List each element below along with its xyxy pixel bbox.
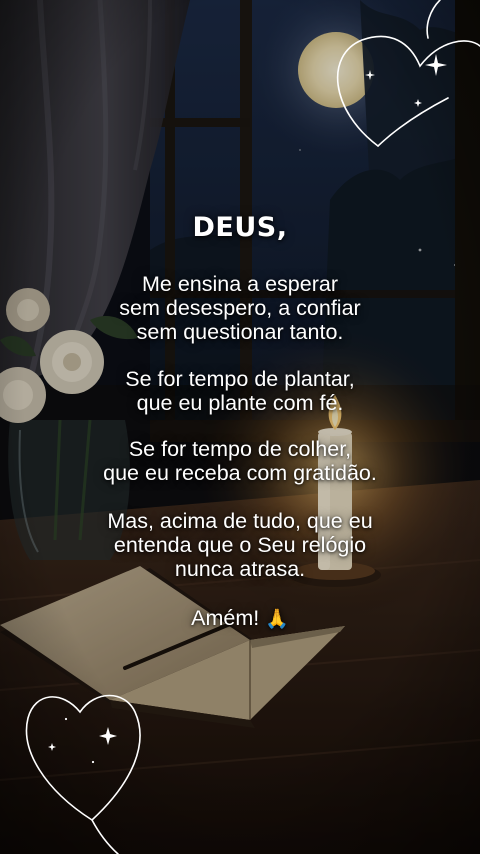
- stanza-line: entenda que o Seu relógio: [113, 533, 367, 557]
- stanza-line: nunca atrasa.: [174, 557, 306, 581]
- praying-hands-icon: 🙏: [265, 608, 289, 630]
- prayer-title: DEUS,: [192, 212, 288, 243]
- stanza-line: Me ensina a esperar: [142, 272, 338, 296]
- prayer-text: DEUS, Me ensina a esperar sem desespero,…: [0, 0, 480, 854]
- stanza-line: sem desespero, a confiar: [119, 296, 361, 320]
- stanza-3: Se for tempo de colher, que eu receba co…: [0, 437, 480, 485]
- stanza-line: Se for tempo de plantar,: [125, 367, 355, 391]
- night-prayer-card: DEUS, Me ensina a esperar sem desespero,…: [0, 0, 480, 854]
- stanza-1: Me ensina a esperar sem desespero, a con…: [0, 272, 480, 344]
- stanza-line: sem questionar tanto.: [136, 320, 344, 344]
- stanza-line: que eu plante com fé.: [136, 391, 344, 415]
- stanza-2: Se for tempo de plantar, que eu plante c…: [0, 367, 480, 415]
- stanza-line: Se for tempo de colher,: [128, 437, 352, 461]
- closing-line: Amém! 🙏: [0, 606, 480, 631]
- stanza-4: Mas, acima de tudo, que eu entenda que o…: [0, 509, 480, 581]
- closing-text: Amém!: [191, 606, 260, 630]
- stanza-line: que eu receba com gratidão.: [103, 461, 377, 485]
- stanza-line: Mas, acima de tudo, que eu: [107, 509, 373, 533]
